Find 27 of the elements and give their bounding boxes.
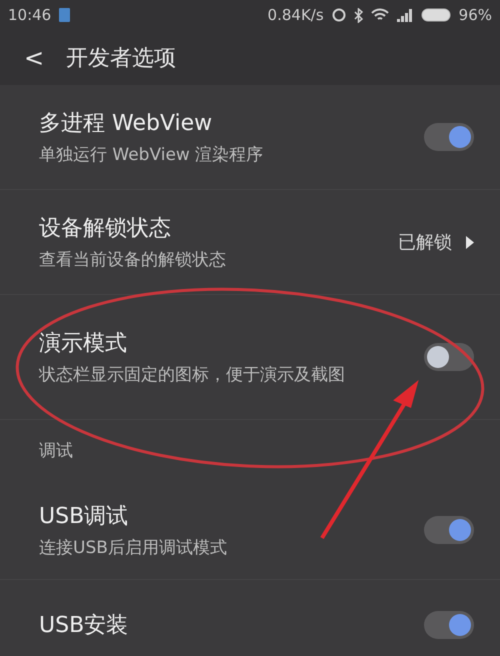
setting-title: 演示模式 [39, 330, 128, 358]
toggle-switch[interactable] [424, 516, 474, 544]
app-notification-icon [59, 8, 70, 22]
toggle-switch[interactable] [424, 610, 474, 638]
bluetooth-icon [354, 8, 363, 22]
back-button[interactable]: < [24, 44, 44, 72]
setting-description: 状态栏显示固定的图标，便于演示及截图 [39, 364, 346, 386]
chevron-right-icon [466, 236, 474, 248]
setting-description: 查看当前设备的解锁状态 [39, 249, 227, 271]
section-header: 调试 [39, 440, 73, 462]
toggle-switch[interactable] [424, 343, 474, 371]
setting-title: 多进程 WebView [39, 110, 214, 138]
setting-title: 设备解锁状态 [39, 215, 172, 243]
battery-icon [420, 8, 451, 22]
setting-title: USB安装 [39, 612, 130, 640]
sync-icon [332, 8, 346, 22]
toggle-switch[interactable] [424, 123, 474, 151]
setting-title: USB调试 [39, 502, 130, 530]
setting-description: 单独运行 WebView 渲染程序 [39, 144, 264, 166]
wifi-icon [370, 8, 389, 22]
battery-percent: 96% [458, 6, 492, 24]
network-speed: 0.84K/s [268, 6, 324, 24]
setting-description: 连接USB后启用调试模式 [39, 536, 228, 558]
signal-icon [396, 8, 413, 22]
page-title: 开发者选项 [66, 44, 176, 72]
setting-value[interactable]: 已解锁 [398, 230, 474, 254]
status-time: 10:46 [8, 6, 52, 24]
